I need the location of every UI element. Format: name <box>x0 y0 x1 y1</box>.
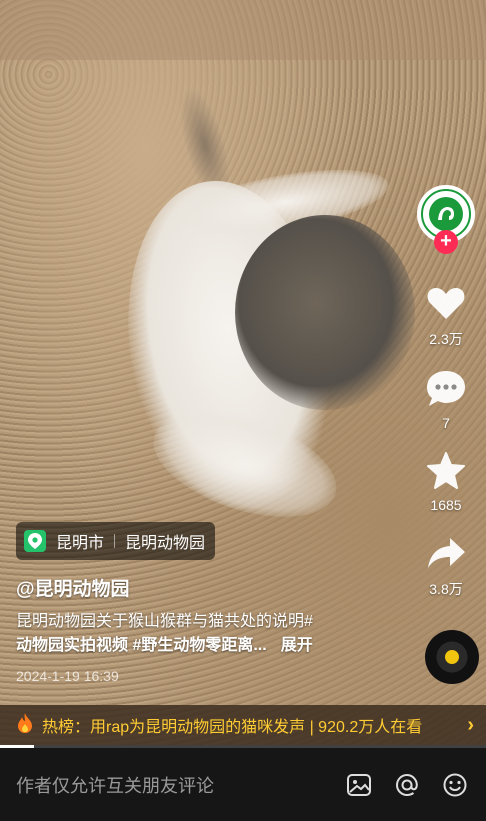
at-icon[interactable] <box>392 770 422 800</box>
music-disc-label <box>445 650 459 664</box>
video-top-blur <box>0 0 486 60</box>
favorite-button[interactable]: 1685 <box>424 449 468 513</box>
like-count: 2.3万 <box>429 331 463 347</box>
follow-plus-icon[interactable]: + <box>434 230 458 254</box>
share-button[interactable]: 3.8万 <box>424 531 468 599</box>
hot-list-text: 热榜：用rap为昆明动物园的猫咪发声 | 920.2万人在看 <box>42 719 423 736</box>
star-icon <box>424 449 468 493</box>
image-icon[interactable] <box>344 770 374 800</box>
favorite-count: 1685 <box>430 497 462 513</box>
comment-bubble-icon <box>424 367 468 411</box>
share-arrow-icon <box>424 531 468 575</box>
expand-button[interactable]: 展开 <box>281 637 313 654</box>
heart-icon <box>424 281 468 325</box>
hot-list-banner[interactable]: 热榜：用rap为昆明动物园的猫咪发声 | 920.2万人在看 › <box>0 705 486 745</box>
share-count: 3.8万 <box>429 581 463 597</box>
chevron-right-icon: › <box>467 713 474 736</box>
location-tag[interactable]: 昆明市 昆明动物园 <box>16 522 216 560</box>
video-description: 昆明动物园关于猴山猴群与猫共处的说明# 动物园实拍视频 #野生动物零距离... 展… <box>16 610 416 658</box>
action-rail: + 2.3万 7 1685 3.8万 <box>416 185 476 599</box>
flame-icon <box>16 712 34 739</box>
author-handle[interactable]: @昆明动物园 <box>16 574 130 601</box>
author-avatar-wrap[interactable]: + <box>417 185 475 254</box>
publish-date: 2024-1-19 16:39 <box>16 668 119 684</box>
music-disc-icon[interactable] <box>425 630 479 684</box>
location-place: 昆明动物园 <box>125 535 206 552</box>
description-tags[interactable]: 动物园实拍视频 #野生动物零距离... <box>16 637 267 654</box>
comment-count: 7 <box>442 415 450 431</box>
location-pin-icon <box>24 530 46 552</box>
comment-input[interactable]: 作者仅允许互关朋友评论 <box>16 772 326 798</box>
location-divider <box>114 534 116 548</box>
comment-button[interactable]: 7 <box>424 367 468 431</box>
comment-bar: 作者仅允许互关朋友评论 <box>0 748 486 821</box>
description-text: 昆明动物园关于猴山猴群与猫共处的说明# <box>16 613 313 630</box>
location-city: 昆明市 <box>56 535 105 552</box>
like-button[interactable]: 2.3万 <box>424 281 468 349</box>
video-frame-monkey <box>235 215 415 410</box>
emoji-icon[interactable] <box>440 770 470 800</box>
